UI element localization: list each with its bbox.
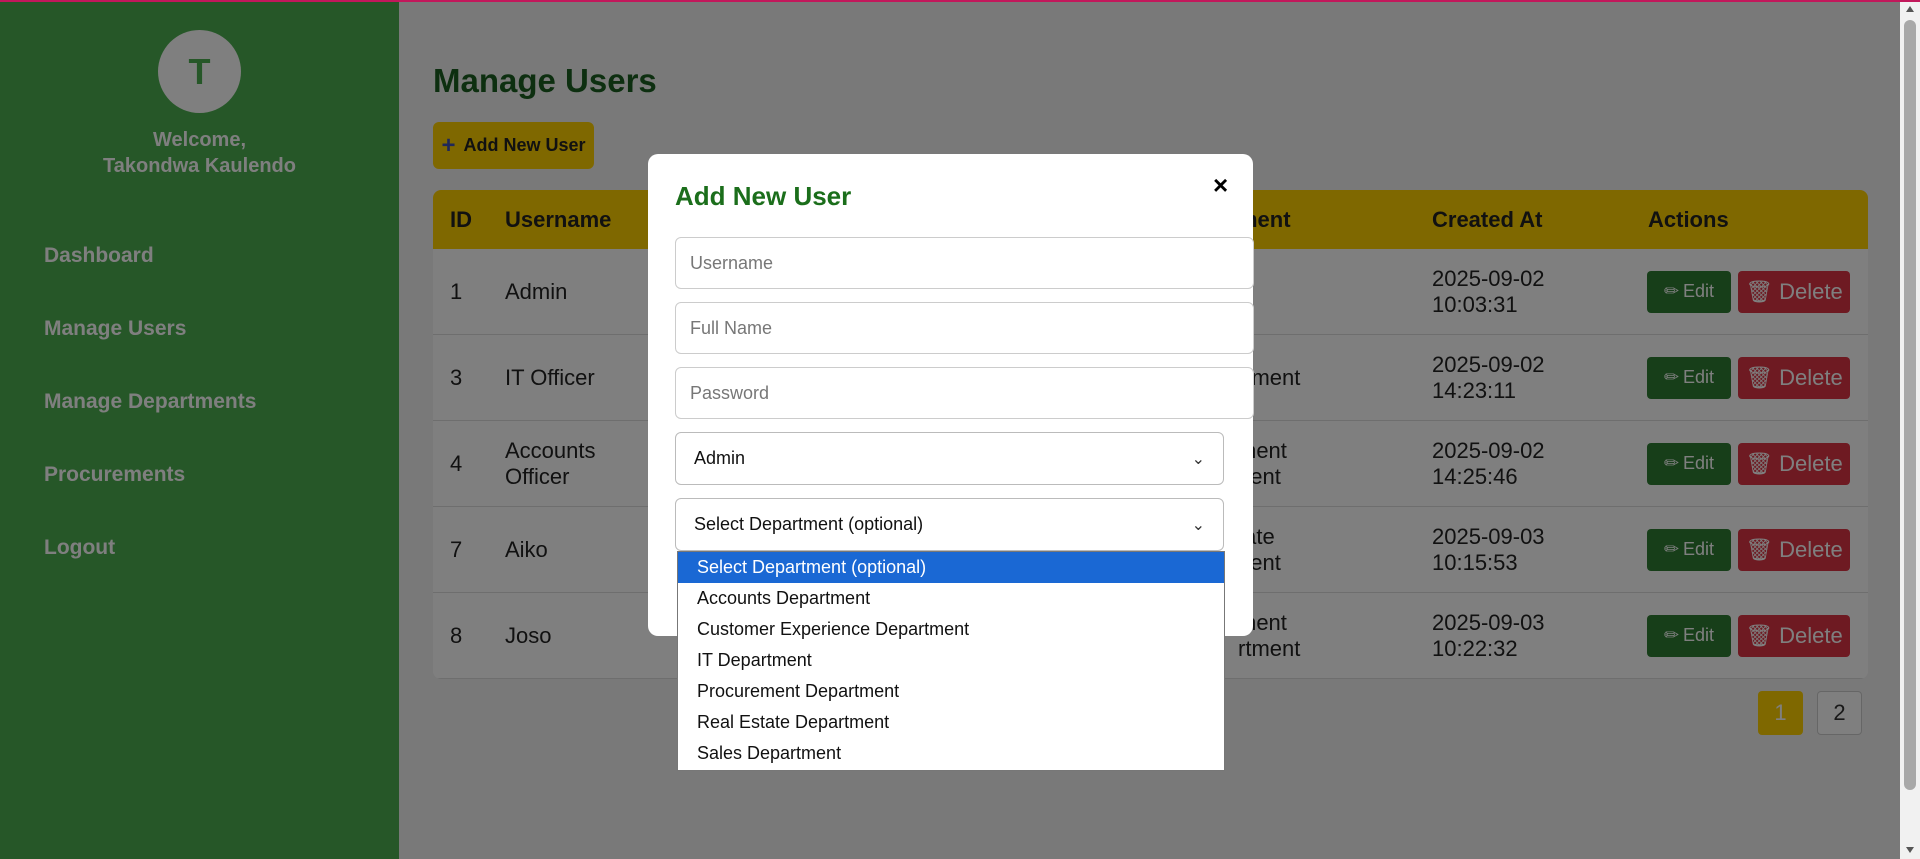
department-dropdown-list: Select Department (optional) Accounts De… (677, 551, 1225, 771)
department-select[interactable]: Select Department (optional) ⌄ (675, 498, 1224, 551)
username-input[interactable] (675, 237, 1254, 289)
scroll-up-arrow-icon[interactable] (1906, 6, 1914, 12)
dropdown-option[interactable]: Accounts Department (678, 583, 1224, 614)
scrollbar-thumb[interactable] (1904, 20, 1916, 790)
dropdown-option[interactable]: Procurement Department (678, 676, 1224, 707)
dropdown-option[interactable]: Select Department (optional) (678, 552, 1224, 583)
chevron-down-icon: ⌄ (1191, 450, 1205, 468)
full-name-input[interactable] (675, 302, 1254, 354)
dropdown-option[interactable]: IT Department (678, 645, 1224, 676)
vertical-scrollbar[interactable] (1900, 0, 1920, 859)
scroll-down-arrow-icon[interactable] (1906, 847, 1914, 853)
modal-title: Add New User (675, 181, 852, 211)
role-select-value: Admin (694, 448, 746, 468)
role-select[interactable]: Admin ⌄ (675, 432, 1224, 485)
close-icon[interactable]: × (1213, 170, 1228, 201)
dropdown-option[interactable]: Real Estate Department (678, 707, 1224, 738)
browser-top-accent (0, 0, 1920, 2)
department-select-value: Select Department (optional) (694, 514, 924, 534)
chevron-down-icon: ⌄ (1191, 516, 1205, 534)
password-input[interactable] (675, 367, 1254, 419)
dropdown-option[interactable]: Sales Department (678, 738, 1224, 769)
dropdown-option[interactable]: Customer Experience Department (678, 614, 1224, 645)
